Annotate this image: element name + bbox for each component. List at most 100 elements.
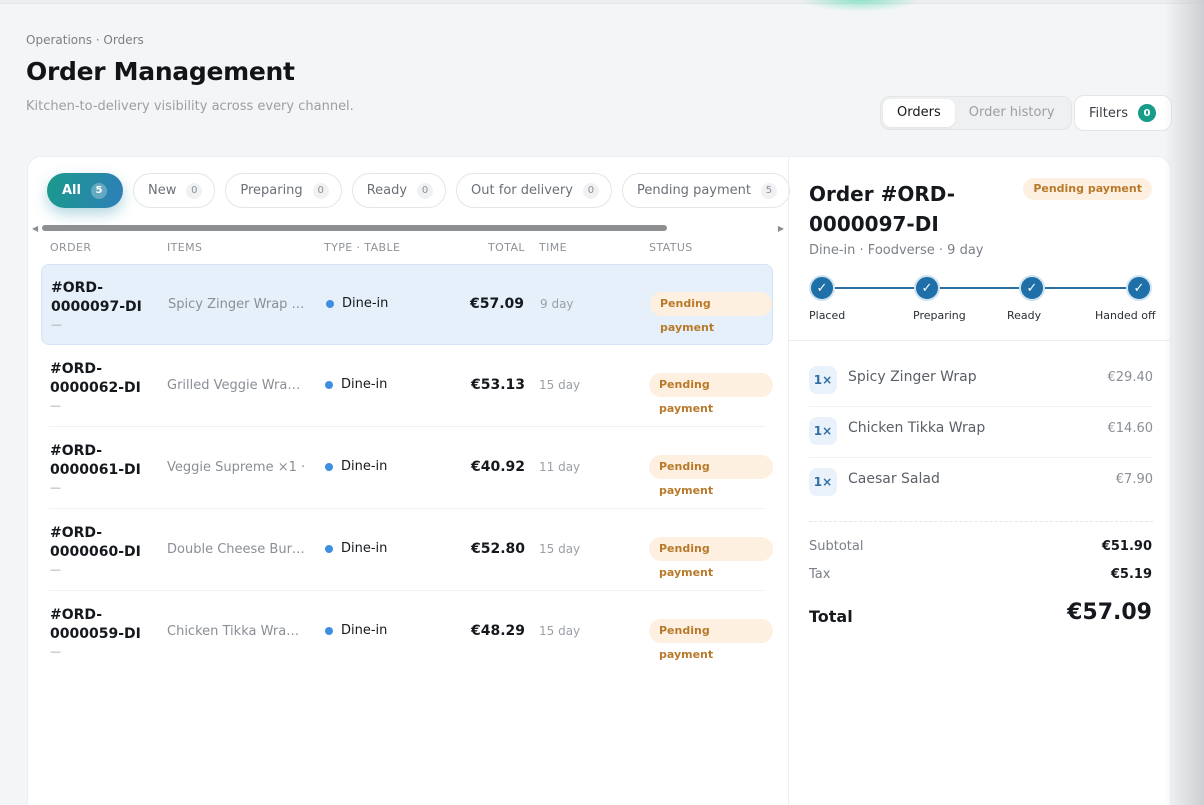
order-row[interactable]: #ORD-0000059-DI — Chicken Tikka Wrap ×1 … [41, 592, 773, 673]
order-total: €52.80 [470, 541, 525, 557]
filters-label: Filters [1089, 105, 1128, 121]
tab-order-history[interactable]: Order history [955, 99, 1069, 127]
step-label-handed-off: Handed off [1095, 309, 1156, 322]
filter-tab-count: 0 [582, 182, 599, 199]
filter-tab-ready[interactable]: Ready 0 [351, 173, 447, 208]
step-ready-check-icon: ✓ [1019, 275, 1045, 301]
order-total: €48.29 [470, 623, 525, 639]
order-sub: — [50, 399, 61, 412]
order-type: Dine-in [325, 459, 387, 474]
filter-tab-label: New [147, 183, 177, 198]
step-preparing-check-icon: ✓ [914, 275, 940, 301]
status-badge: Pending payment [650, 292, 772, 334]
order-type: Dine-in [325, 541, 387, 556]
tax-label: Tax [809, 567, 831, 582]
line-item-name: Chicken Tikka Wrap [848, 420, 986, 436]
order-type-label: Dine-in [341, 459, 388, 474]
filter-tab-pending-payment[interactable]: Pending payment 5 [621, 173, 790, 208]
view-toggle: Orders Order history [880, 96, 1072, 130]
order-total: €40.92 [470, 459, 525, 475]
scroll-right-arrow-icon[interactable]: ▶ [778, 224, 784, 233]
line-item: 1× Chicken Tikka Wrap €14.60 [809, 408, 1153, 458]
edge-shadow [1164, 0, 1204, 805]
line-item-name: Caesar Salad [848, 471, 940, 487]
order-sub: — [50, 563, 61, 576]
order-row[interactable]: #ORD-0000062-DI — Grilled Veggie Wrap ×1… [41, 346, 773, 427]
order-type-label: Dine-in [341, 377, 388, 392]
filter-tab-count: 0 [417, 182, 434, 199]
order-id: #ORD-0000060-DI [50, 525, 141, 560]
line-item-qty: 1× [809, 366, 837, 394]
tab-orders[interactable]: Orders [883, 99, 955, 127]
order-type: Dine-in [326, 296, 388, 311]
breadcrumb: Operations · Orders [26, 33, 144, 47]
dine-in-dot-icon [325, 544, 333, 553]
order-detail-status-badge: Pending payment [1023, 178, 1152, 200]
progress-track [823, 287, 1139, 289]
column-header-total: TOTAL [488, 241, 525, 254]
page-title: Order Management [26, 57, 295, 86]
order-type: Dine-in [325, 623, 387, 638]
step-label-placed: Placed [809, 309, 846, 322]
order-time: 15 day [539, 542, 581, 556]
order-time: 11 day [539, 460, 581, 474]
filter-tab-label: All [62, 183, 81, 198]
order-time: 15 day [539, 624, 581, 638]
status-badge: Pending payment [649, 373, 773, 415]
filter-tab-label: Ready [366, 183, 408, 198]
row-divider [49, 426, 765, 427]
step-label-ready: Ready [1007, 309, 1042, 322]
order-row[interactable]: #ORD-0000060-DI — Double Cheese Burger ×… [41, 510, 773, 591]
filter-tab-label: Out for delivery [471, 183, 573, 198]
order-total: €53.13 [470, 377, 525, 393]
subtotal-label: Subtotal [809, 539, 864, 554]
page-subtitle: Kitchen-to-delivery visibility across ev… [26, 99, 354, 114]
filter-tab-preparing[interactable]: Preparing 0 [225, 173, 342, 208]
status-badge: Pending payment [649, 537, 773, 579]
row-divider [49, 590, 765, 591]
order-detail-title: Order #ORD-0000097-DI [809, 182, 956, 236]
order-sub: — [50, 645, 61, 658]
filter-tab-count: 0 [186, 182, 203, 199]
filter-tab-all[interactable]: All 5 [47, 173, 123, 208]
status-badge: Pending payment [649, 455, 773, 497]
step-placed-check-icon: ✓ [809, 275, 835, 301]
tax-value: €5.19 [1110, 567, 1152, 582]
horizontal-scrollbar[interactable]: ◀ ▶ [32, 223, 784, 233]
line-item-name: Spicy Zinger Wrap [848, 369, 977, 385]
column-header-order: ORDER [50, 241, 92, 254]
filter-tab-out-for-delivery[interactable]: Out for delivery 0 [456, 173, 612, 208]
order-sub: — [51, 318, 62, 331]
filter-tab-count: 5 [90, 182, 107, 199]
line-item-qty: 1× [809, 417, 837, 445]
status-filter-tabs: All 5 New 0 Preparing 0 Ready 0 Out for … [47, 173, 790, 208]
order-row[interactable]: #ORD-0000061-DI — Veggie Supreme ×1 · Di… [41, 428, 773, 509]
subtotal-value: €51.90 [1101, 539, 1152, 554]
scrollbar-thumb[interactable] [42, 225, 667, 231]
line-item-price: €7.90 [1115, 472, 1153, 487]
line-item: 1× Caesar Salad €7.90 [809, 459, 1153, 509]
total-value: €57.09 [1067, 600, 1152, 625]
order-id: #ORD-0000059-DI [50, 607, 141, 642]
decorative-glow [800, 0, 920, 12]
status-badge: Pending payment [649, 619, 773, 661]
order-type-label: Dine-in [341, 623, 388, 638]
order-time: 15 day [539, 378, 581, 392]
order-row[interactable]: #ORD-0000097-DI — Spicy Zinger Wrap ×1 ·… [41, 264, 773, 345]
order-items: Grilled Veggie Wrap ×1 [167, 378, 307, 393]
line-item-divider [809, 457, 1153, 458]
order-items: Veggie Supreme ×1 · [167, 460, 306, 475]
filters-button[interactable]: Filters 0 [1074, 95, 1172, 131]
detail-divider [789, 340, 1170, 341]
line-item-price: €14.60 [1107, 421, 1154, 436]
order-time: 9 day [540, 297, 574, 311]
filter-tab-label: Preparing [240, 183, 303, 198]
order-items: Double Cheese Burger ×1 [167, 542, 307, 557]
order-items: Chicken Tikka Wrap ×1 [167, 624, 307, 639]
window-top-edge [0, 0, 1204, 4]
scroll-left-arrow-icon[interactable]: ◀ [32, 224, 38, 233]
step-label-preparing: Preparing [913, 309, 966, 322]
order-id: #ORD-0000061-DI [50, 443, 141, 478]
filter-tab-new[interactable]: New 0 [132, 173, 216, 208]
column-header-status: STATUS [649, 241, 693, 254]
